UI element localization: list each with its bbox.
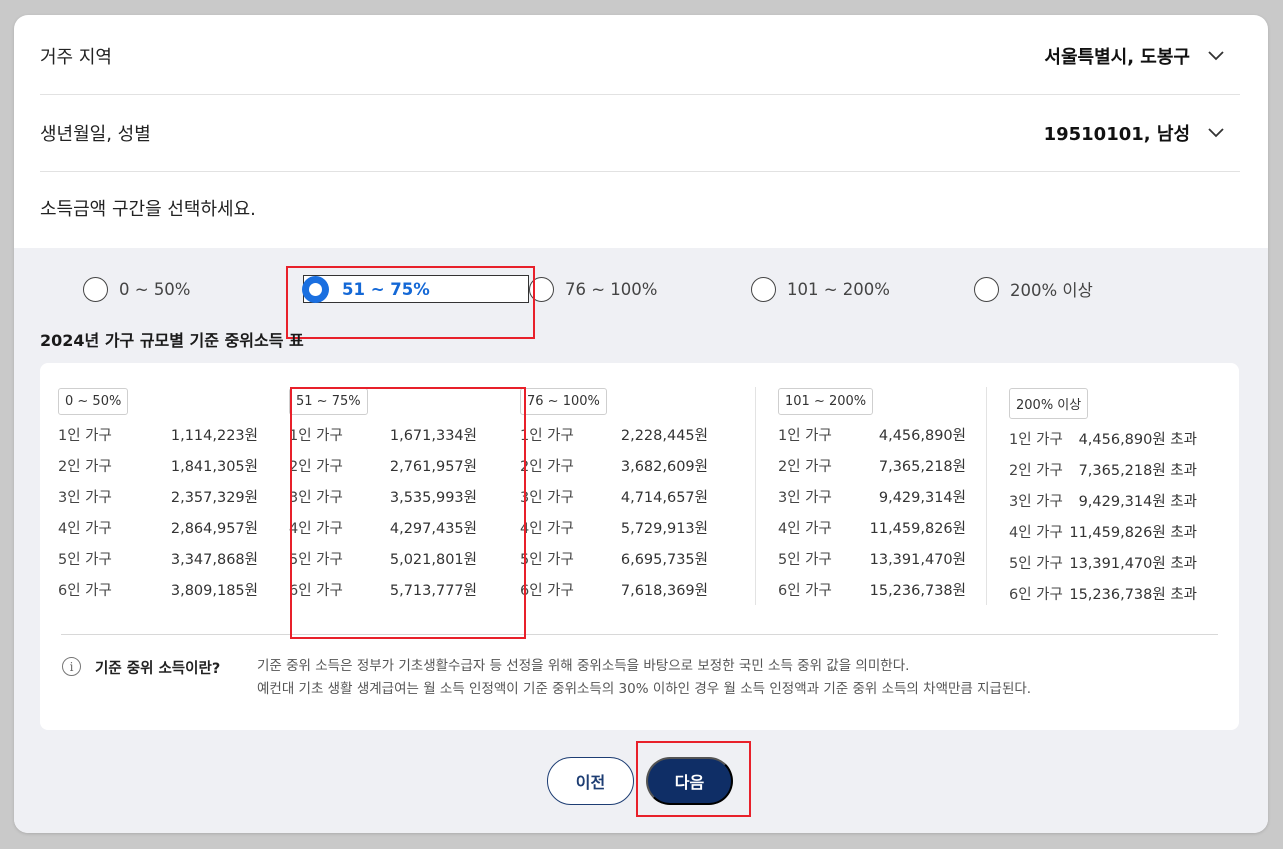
region-row[interactable]: 거주 지역 서울특별시, 도봉구 bbox=[40, 17, 1240, 95]
table-row: 1인 가구 1,114,223원 bbox=[58, 428, 258, 444]
chevron-down-icon[interactable] bbox=[1192, 123, 1240, 143]
table-row: 3인 가구 4,714,657원 bbox=[520, 490, 708, 506]
table-row: 3인 가구 9,429,314원 bbox=[778, 490, 966, 506]
table-row: 2인 가구 7,365,218원 bbox=[778, 459, 966, 475]
column-tag: 101 ~ 200% bbox=[778, 388, 874, 415]
info-note: i 기준 중위 소득이란? 기준 중위 소득은 정부가 기초생활수급자 등 선정… bbox=[62, 655, 1031, 701]
income-table-panel: 0 ~ 50% 1인 가구 1,114,223원 2인 가구 1,841,305원 … bbox=[40, 363, 1239, 730]
radio-circle[interactable] bbox=[751, 276, 776, 302]
section-divider bbox=[61, 634, 1218, 635]
table-row: 2인 가구 7,365,218원 초과 bbox=[1009, 463, 1197, 479]
table-row: 1인 가구 2,228,445원 bbox=[520, 428, 708, 444]
table-column: 101 ~ 200% 1인 가구 4,456,890원 2인 가구 7,365,21… bbox=[778, 388, 966, 605]
table-row: 6인 가구 15,236,738원 초과 bbox=[1009, 587, 1197, 603]
prev-button[interactable]: 이전 bbox=[547, 757, 634, 805]
table-row: 4인 가구 11,459,826원 초과 bbox=[1009, 525, 1197, 541]
radio-0-50[interactable]: 0 ~ 50% bbox=[83, 275, 191, 303]
table-column: 200% 이상 1인 가구 4,456,890원 초과 2인 가구 7,365,21… bbox=[1009, 388, 1197, 609]
table-row: 5인 가구 6,695,735원 bbox=[520, 552, 708, 568]
column-tag: 0 ~ 50% bbox=[58, 388, 129, 415]
birth-value: 19510101, 남성 bbox=[1043, 123, 1190, 145]
table-row: 3인 가구 2,357,329원 bbox=[58, 490, 258, 506]
form-card: 거주 지역 서울특별시, 도봉구 생년월일, 성별 19510101, 남성 소… bbox=[14, 15, 1268, 833]
info-icon: i bbox=[62, 657, 81, 676]
info-title: 기준 중위 소득이란? bbox=[95, 661, 221, 677]
table-row: 4인 가구 2,864,957원 bbox=[58, 521, 258, 537]
radio-circle[interactable] bbox=[974, 276, 999, 302]
column-divider bbox=[755, 387, 756, 605]
table-row: 6인 가구 15,236,738원 bbox=[778, 583, 966, 599]
table-row: 6인 가구 3,809,185원 bbox=[58, 583, 258, 599]
table-row: 2인 가구 3,682,609원 bbox=[520, 459, 708, 475]
table-row: 5인 가구 13,391,470원 초과 bbox=[1009, 556, 1197, 572]
birth-label: 생년월일, 성별 bbox=[40, 123, 151, 145]
table-row: 5인 가구 3,347,868원 bbox=[58, 552, 258, 568]
income-section: 0 ~ 50% 51 ~ 75% 76 ~ 100% 101 ~ 200% 20… bbox=[14, 248, 1268, 833]
table-title: 2024년 가구 규모별 기준 중위소득 표 bbox=[40, 331, 304, 350]
region-label: 거주 지역 bbox=[40, 46, 112, 68]
table-row: 2인 가구 1,841,305원 bbox=[58, 459, 258, 475]
birth-row[interactable]: 생년월일, 성별 19510101, 남성 bbox=[40, 94, 1240, 172]
table-row: 5인 가구 13,391,470원 bbox=[778, 552, 966, 568]
radio-circle[interactable] bbox=[83, 276, 108, 302]
table-row: 1인 가구 4,456,890원 초과 bbox=[1009, 432, 1197, 448]
table-row: 3인 가구 9,429,314원 초과 bbox=[1009, 494, 1197, 510]
highlight-box bbox=[290, 387, 526, 639]
income-question: 소득금액 구간을 선택하세요. bbox=[40, 199, 256, 220]
table-row: 4인 가구 11,459,826원 bbox=[778, 521, 966, 537]
info-description: 기준 중위 소득은 정부가 기초생활수급자 등 선정을 위해 중위소득을 바탕으… bbox=[257, 658, 1032, 697]
table-row: 4인 가구 5,729,913원 bbox=[520, 521, 708, 537]
table-column: 76 ~ 100% 1인 가구 2,228,445원 2인 가구 3,682,609… bbox=[520, 388, 708, 605]
radio-76-100[interactable]: 76 ~ 100% bbox=[529, 275, 657, 303]
column-tag: 76 ~ 100% bbox=[520, 388, 607, 415]
radio-200-over[interactable]: 200% 이상 bbox=[974, 275, 1093, 303]
column-divider bbox=[986, 387, 987, 605]
table-row: 6인 가구 7,618,369원 bbox=[520, 583, 708, 599]
column-tag: 200% 이상 bbox=[1009, 388, 1089, 419]
table-row: 1인 가구 4,456,890원 bbox=[778, 428, 966, 444]
highlight-box bbox=[636, 741, 751, 817]
chevron-down-icon[interactable] bbox=[1192, 46, 1240, 66]
region-value: 서울특별시, 도봉구 bbox=[1044, 46, 1190, 68]
table-column: 0 ~ 50% 1인 가구 1,114,223원 2인 가구 1,841,305원 … bbox=[58, 388, 258, 605]
highlight-box bbox=[286, 266, 535, 339]
radio-101-200[interactable]: 101 ~ 200% bbox=[751, 275, 890, 303]
